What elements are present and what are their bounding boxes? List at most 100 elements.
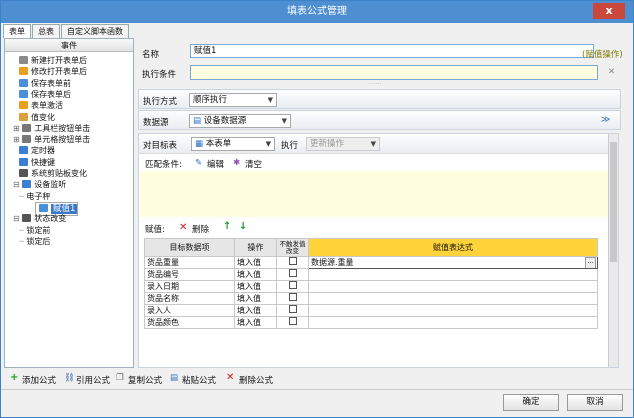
copy-formula-button[interactable]: 复制公式 — [128, 374, 162, 386]
tree-item[interactable]: ─ 锁定前 — [19, 225, 50, 236]
ref-formula-button[interactable]: 引用公式 — [76, 374, 110, 386]
col-notrigger-header: 不触发值改变 — [276, 238, 309, 257]
grid-cell-text: 填入值 — [237, 281, 261, 291]
grid-cell[interactable]: 填入值 — [234, 256, 277, 269]
move-up-icon[interactable]: ↑ — [223, 221, 231, 232]
tree-item-label: 快捷键 — [31, 157, 55, 167]
exec-mode-select[interactable]: 顺序执行 ▼ — [189, 93, 277, 107]
grid-row[interactable]: 货品名称 填入值 — [144, 292, 598, 305]
tree-item[interactable]: 修改打开表单后 — [19, 66, 87, 77]
grid-cell-checkbox[interactable] — [276, 256, 309, 269]
grid-row[interactable]: 录入人 填入值 — [144, 304, 598, 317]
target-select[interactable]: ▦ 本表单 ▼ — [191, 137, 275, 151]
delete-button[interactable]: 删除 — [192, 223, 209, 235]
move-down-icon[interactable]: ↓ — [239, 221, 247, 232]
no-trigger-checkbox[interactable] — [288, 257, 297, 265]
tab-strip: 表单 总表 自定义脚本函数 — [3, 24, 130, 38]
no-trigger-checkbox[interactable] — [288, 269, 297, 277]
grid-cell-checkbox[interactable] — [276, 316, 309, 329]
grid-row[interactable]: 录入日期 填入值 — [144, 280, 598, 293]
grid-cell[interactable]: 填入值 — [234, 292, 277, 305]
scrollbar-thumb[interactable] — [610, 142, 617, 262]
no-trigger-checkbox[interactable] — [288, 293, 297, 301]
assign-label: 赋值: — [145, 225, 165, 235]
grid-cell[interactable]: 数据源.重量 ··· — [308, 256, 598, 269]
tab-custom-script[interactable]: 自定义脚本函数 — [61, 24, 129, 38]
table-icon: ▦ — [195, 139, 206, 149]
mode-tag: (赋值操作) — [582, 50, 623, 60]
grid-cell-checkbox[interactable] — [276, 304, 309, 317]
grid-cell[interactable]: 填入值 — [234, 316, 277, 329]
grid-cell[interactable]: 货品名称 — [144, 292, 235, 305]
match-condition-area[interactable] — [140, 171, 610, 217]
clear-button[interactable]: 清空 — [245, 158, 262, 170]
grid-cell[interactable] — [308, 304, 598, 317]
grid-row[interactable]: 货品颜色 填入值 — [144, 316, 598, 329]
close-button[interactable]: x — [593, 3, 625, 19]
grid-cell[interactable]: 录入人 — [144, 304, 235, 317]
vertical-scrollbar[interactable] — [608, 134, 618, 367]
tree-item[interactable]: 值变化 — [19, 112, 55, 123]
event-icon — [19, 89, 28, 98]
grid-cell[interactable] — [308, 268, 598, 281]
delete-formula-button[interactable]: 删除公式 — [239, 374, 273, 386]
no-trigger-checkbox[interactable] — [288, 281, 297, 289]
tree-item[interactable]: ⊞ 单元格按钮单击 — [13, 134, 90, 145]
grid-cell-text: 填入值 — [237, 305, 261, 315]
datasource-select[interactable]: ▤ 设备数据源 ▼ — [189, 114, 291, 128]
tree-item[interactable]: ⊟ 设备监听 — [13, 179, 66, 190]
grid-cell-checkbox[interactable] — [276, 292, 309, 305]
expr-browse-button[interactable]: ··· — [585, 257, 596, 268]
grid-cell[interactable]: 填入值 — [234, 268, 277, 281]
tab-summary[interactable]: 总表 — [32, 24, 60, 38]
condition-input[interactable] — [190, 65, 598, 80]
splitter-handle[interactable]: ······· — [368, 81, 381, 88]
match-label: 匹配条件: — [145, 160, 182, 170]
tree-item[interactable]: ⊟ 状态改变 — [13, 213, 66, 224]
cancel-button[interactable]: 取消 — [567, 394, 623, 411]
no-trigger-checkbox[interactable] — [288, 317, 297, 325]
chevron-down-icon: ▼ — [370, 140, 376, 148]
expander-icon[interactable]: ⊟ — [13, 180, 22, 189]
grid-cell[interactable]: 货品颜色 — [144, 316, 235, 329]
name-input[interactable]: 赋值1 — [190, 44, 594, 58]
tree-item[interactable]: ─ 锁定后 — [19, 236, 50, 247]
tree-item[interactable]: 新建打开表单后 — [19, 55, 87, 66]
paste-formula-button[interactable]: 粘贴公式 — [182, 374, 216, 386]
tree-item[interactable]: 表单激活 — [19, 100, 63, 111]
tree-item[interactable]: 定时器 — [19, 145, 55, 156]
tree-item-label: 保存表单后 — [31, 89, 71, 99]
event-icon — [19, 146, 28, 155]
collapse-icon[interactable]: ≫ — [601, 115, 610, 125]
condition-clear-icon[interactable]: ✕ — [608, 67, 615, 77]
grid-row[interactable]: 货品重量 填入值 数据源.重量 ··· — [144, 256, 598, 269]
grid-cell[interactable]: 填入值 — [234, 304, 277, 317]
edit-button[interactable]: 编辑 — [207, 158, 224, 170]
grid-cell[interactable] — [308, 292, 598, 305]
grid-cell[interactable] — [308, 316, 598, 329]
expander-icon[interactable]: ⊞ — [13, 135, 22, 144]
grid-cell[interactable]: 货品编号 — [144, 268, 235, 281]
tree-item[interactable]: 保存表单后 — [19, 89, 71, 100]
tree-item[interactable]: ─ 电子秤 — [19, 191, 50, 202]
grid-cell[interactable]: 货品重量 — [144, 256, 235, 269]
grid-cell-checkbox[interactable] — [276, 268, 309, 281]
tree-item[interactable]: ⊞ 工具栏按钮单击 — [13, 123, 90, 134]
event-icon — [19, 78, 28, 87]
grid-cell[interactable]: 录入日期 — [144, 280, 235, 293]
grid-row[interactable]: 货品编号 填入值 — [144, 268, 598, 281]
expander-icon[interactable]: ⊟ — [13, 214, 22, 223]
tree-item[interactable]: 保存表单前 — [19, 78, 71, 89]
ok-button[interactable]: 确定 — [503, 394, 559, 411]
grid-cell[interactable] — [308, 280, 598, 293]
tab-form[interactable]: 表单 — [3, 24, 31, 38]
add-formula-button[interactable]: 添加公式 — [22, 374, 56, 386]
expander-icon[interactable]: ⊞ — [13, 124, 22, 133]
tree-item[interactable]: 系统剪贴板变化 — [19, 168, 87, 179]
no-trigger-checkbox[interactable] — [288, 305, 297, 313]
target-label: 对目标表 — [143, 141, 178, 151]
grid-cell-checkbox[interactable] — [276, 280, 309, 293]
exec2-select[interactable]: 更新操作 ▼ — [306, 137, 380, 151]
grid-cell[interactable]: 填入值 — [234, 280, 277, 293]
tree-item[interactable]: 快捷键 — [19, 157, 55, 168]
